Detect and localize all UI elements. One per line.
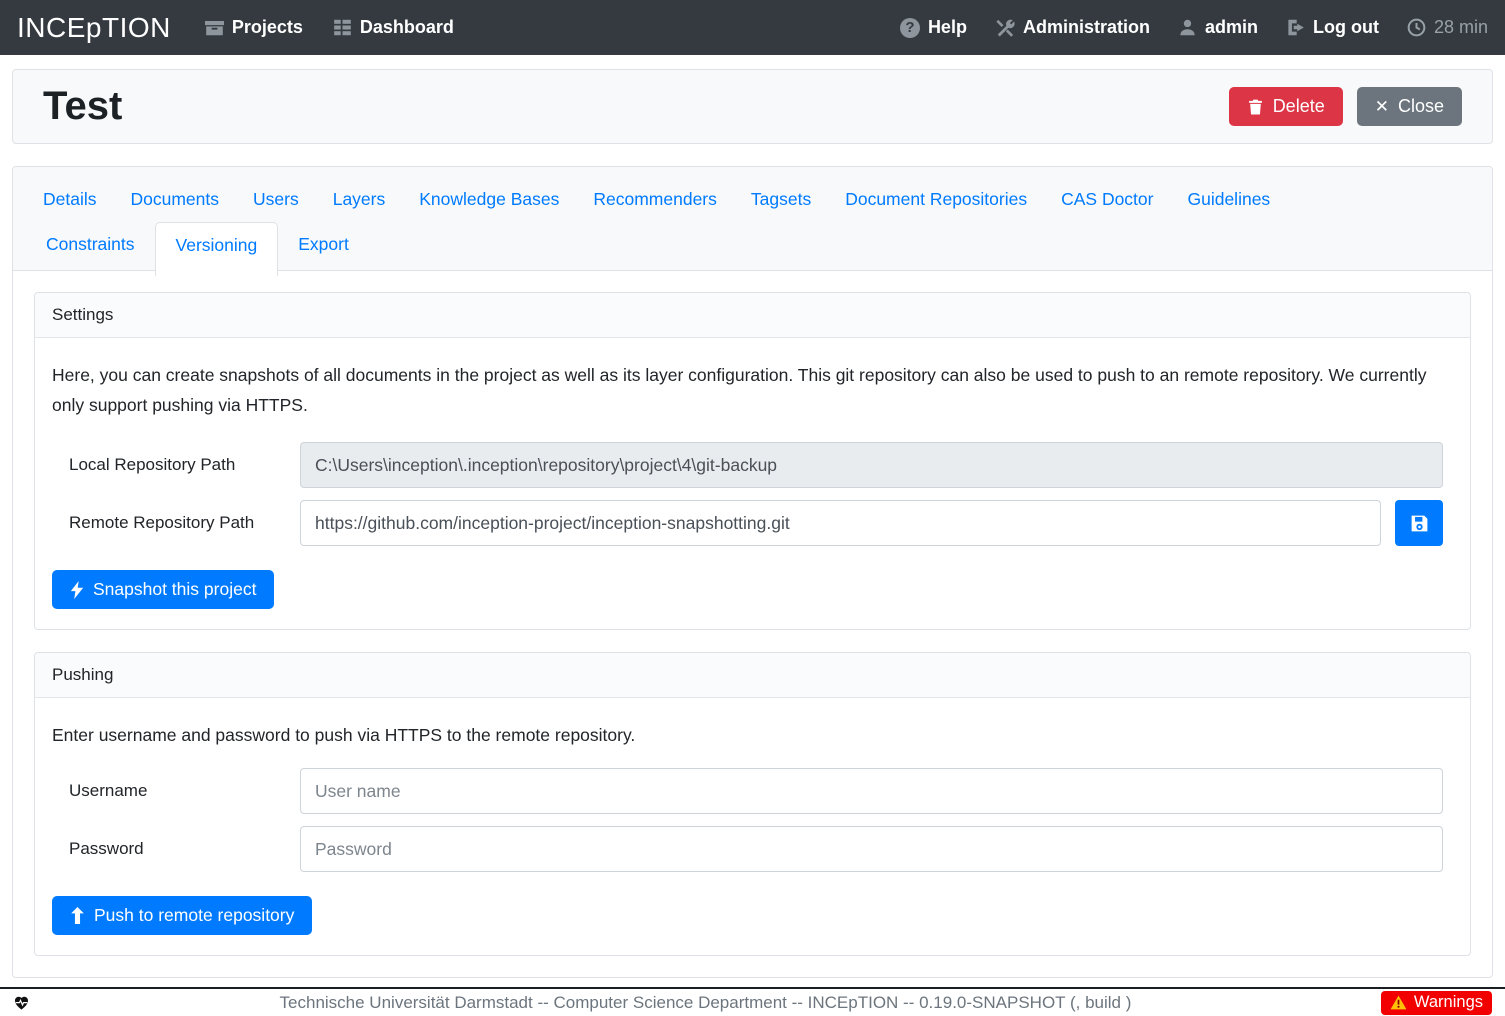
- remote-repository-row: Remote Repository Path: [52, 500, 1453, 546]
- close-button[interactable]: ✕ Close: [1357, 87, 1462, 126]
- tab-layers[interactable]: Layers: [316, 179, 403, 220]
- nav-logout-label: Log out: [1313, 17, 1379, 38]
- tab-bar: Details Documents Users Layers Knowledge…: [13, 167, 1492, 271]
- save-remote-button[interactable]: [1395, 500, 1443, 546]
- nav-dashboard[interactable]: Dashboard: [333, 17, 454, 38]
- tab-row-2: Constraints Versioning Export: [13, 222, 1492, 271]
- close-button-label: Close: [1398, 96, 1444, 117]
- bolt-icon: [70, 581, 84, 599]
- clock-icon: [1407, 18, 1426, 37]
- settings-panel-body: Here, you can create snapshots of all do…: [35, 338, 1470, 629]
- tab-documents[interactable]: Documents: [114, 179, 237, 220]
- top-navbar: INCEpTION Projects Dashboard ? Help Admi…: [0, 0, 1505, 55]
- tab-document-repositories[interactable]: Document Repositories: [828, 179, 1044, 220]
- warning-triangle-icon: [1390, 995, 1407, 1010]
- snapshot-project-label: Snapshot this project: [93, 579, 256, 600]
- archive-icon: [205, 18, 224, 37]
- push-remote-label: Push to remote repository: [94, 905, 294, 926]
- trash-icon: [1247, 98, 1264, 116]
- tab-knowledge-bases[interactable]: Knowledge Bases: [402, 179, 576, 220]
- navbar-left-items: Projects Dashboard: [205, 17, 454, 38]
- pushing-panel-body: Enter username and password to push via …: [35, 698, 1470, 955]
- username-label: Username: [52, 781, 300, 801]
- nav-administration[interactable]: Administration: [995, 17, 1150, 38]
- tab-versioning[interactable]: Versioning: [155, 222, 279, 276]
- pushing-panel: Pushing Enter username and password to p…: [34, 652, 1471, 956]
- password-input[interactable]: [300, 826, 1443, 872]
- page-footer: Technische Universität Darmstadt -- Comp…: [0, 987, 1505, 1016]
- settings-panel-title: Settings: [35, 293, 1470, 338]
- nav-help-label: Help: [928, 17, 967, 38]
- warnings-badge-label: Warnings: [1414, 993, 1483, 1012]
- tab-guidelines[interactable]: Guidelines: [1170, 179, 1287, 220]
- password-label: Password: [52, 839, 300, 859]
- password-row: Password: [52, 826, 1453, 872]
- nav-help[interactable]: ? Help: [900, 17, 967, 38]
- project-title-card: Test Delete ✕ Close: [12, 69, 1493, 144]
- nav-dashboard-label: Dashboard: [360, 17, 454, 38]
- nav-projects[interactable]: Projects: [205, 17, 303, 38]
- versioning-tab-content: Settings Here, you can create snapshots …: [13, 271, 1492, 977]
- nav-logout[interactable]: Log out: [1286, 17, 1379, 38]
- local-repository-input[interactable]: [300, 442, 1443, 488]
- heartbeat-icon: [13, 995, 30, 1011]
- nav-user[interactable]: admin: [1178, 17, 1258, 38]
- delete-button-label: Delete: [1273, 96, 1325, 117]
- help-icon: ?: [900, 18, 920, 38]
- tab-export[interactable]: Export: [278, 222, 369, 269]
- close-icon: ✕: [1375, 97, 1389, 117]
- app-brand[interactable]: INCEpTION: [17, 12, 171, 44]
- dashboard-grid-icon: [333, 18, 352, 37]
- page-title: Test: [43, 84, 122, 129]
- local-repository-row: Local Repository Path: [52, 442, 1453, 488]
- footer-credits: Technische Universität Darmstadt -- Comp…: [30, 993, 1381, 1013]
- logout-icon: [1286, 18, 1305, 37]
- session-timeout-value: 28 min: [1434, 17, 1488, 38]
- remote-repository-label: Remote Repository Path: [52, 513, 300, 533]
- pushing-panel-title: Pushing: [35, 653, 1470, 698]
- snapshot-project-button[interactable]: Snapshot this project: [52, 570, 274, 609]
- arrow-up-icon: [70, 907, 85, 924]
- nav-projects-label: Projects: [232, 17, 303, 38]
- page-container: Test Delete ✕ Close Details Documents Us…: [0, 69, 1505, 978]
- warnings-badge[interactable]: Warnings: [1381, 991, 1492, 1015]
- save-icon: [1409, 513, 1430, 534]
- pushing-description: Enter username and password to push via …: [52, 720, 1453, 750]
- user-icon: [1178, 18, 1197, 37]
- tab-cas-doctor[interactable]: CAS Doctor: [1044, 179, 1170, 220]
- title-actions: Delete ✕ Close: [1229, 87, 1462, 126]
- project-settings-card: Details Documents Users Layers Knowledge…: [12, 166, 1493, 978]
- settings-panel: Settings Here, you can create snapshots …: [34, 292, 1471, 630]
- username-input[interactable]: [300, 768, 1443, 814]
- tab-tagsets[interactable]: Tagsets: [734, 179, 828, 220]
- tab-constraints[interactable]: Constraints: [26, 222, 155, 269]
- nav-user-label: admin: [1205, 17, 1258, 38]
- push-remote-button[interactable]: Push to remote repository: [52, 896, 312, 935]
- local-repository-label: Local Repository Path: [52, 455, 300, 475]
- navbar-right-items: ? Help Administration admin Log out 28: [900, 17, 1488, 38]
- session-timeout: 28 min: [1407, 17, 1488, 38]
- remote-repository-input[interactable]: [300, 500, 1381, 546]
- tab-users[interactable]: Users: [236, 179, 316, 220]
- tools-icon: [995, 18, 1015, 38]
- tab-recommenders[interactable]: Recommenders: [576, 179, 734, 220]
- tab-row-1: Details Documents Users Layers Knowledge…: [13, 179, 1492, 220]
- tab-details[interactable]: Details: [26, 179, 114, 220]
- nav-administration-label: Administration: [1023, 17, 1150, 38]
- delete-button[interactable]: Delete: [1229, 87, 1343, 126]
- settings-description: Here, you can create snapshots of all do…: [52, 360, 1453, 420]
- username-row: Username: [52, 768, 1453, 814]
